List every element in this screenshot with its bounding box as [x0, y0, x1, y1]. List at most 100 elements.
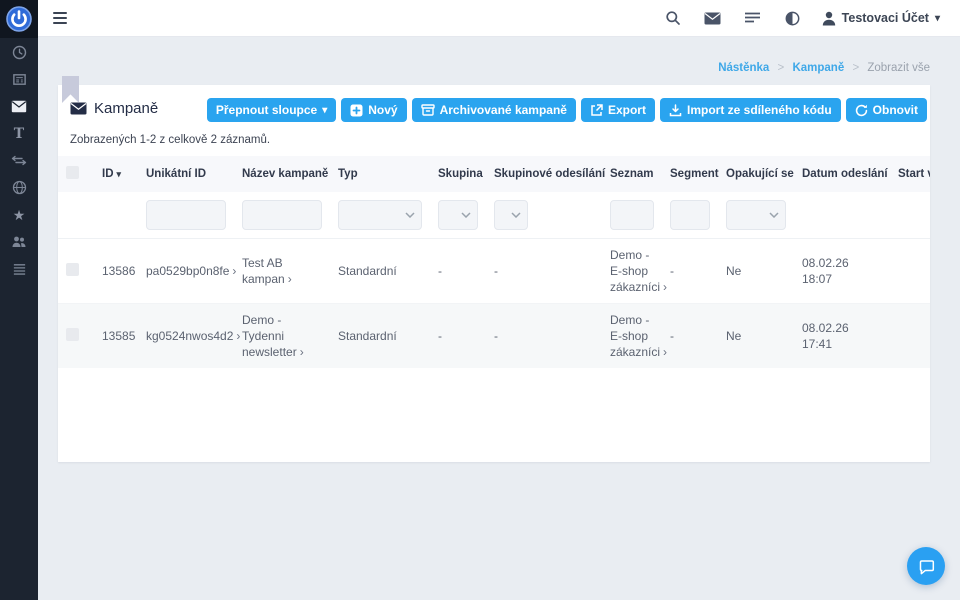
sidebar-item-dashboard[interactable]	[0, 39, 38, 66]
column-header-type[interactable]: Typ	[330, 156, 430, 192]
records-summary: Zobrazených 1-2 z celkově 2 záznamů.	[58, 130, 930, 156]
messages-button[interactable]	[702, 7, 724, 29]
filter-name-input[interactable]	[242, 200, 322, 230]
topbar-actions: Testovaci Účet ▾	[662, 7, 960, 29]
column-header-recurring[interactable]: Opakující se	[718, 156, 794, 192]
sidebar-item-transfers[interactable]	[0, 147, 38, 174]
toggle-columns-button[interactable]: Přepnout sloupce ▾	[207, 98, 336, 122]
envelope-icon	[11, 100, 27, 113]
card-header: Kampaně Přepnout sloupce ▾ Nový Archivov…	[58, 85, 930, 130]
cell-id: 13585	[94, 304, 138, 369]
contrast-button[interactable]	[782, 7, 804, 29]
refresh-button[interactable]: Obnovit	[846, 98, 927, 122]
filter-group-select[interactable]	[438, 200, 478, 230]
chevron-down-icon	[769, 212, 779, 218]
breadcrumb-section[interactable]: Kampaně	[792, 62, 844, 74]
sidebar-item-campaigns[interactable]	[0, 93, 38, 120]
envelope-icon	[70, 102, 87, 115]
filter-segment-input[interactable]	[670, 200, 710, 230]
cell-group: -	[430, 239, 486, 304]
chevron-right-icon: ›	[288, 272, 292, 286]
users-icon	[11, 235, 27, 248]
caret-down-icon: ▾	[322, 105, 327, 116]
column-header-group-sending[interactable]: Skupinové odesílání	[486, 156, 602, 192]
filter-row	[58, 192, 930, 239]
cell-unique-id-link[interactable]: pa0529bp0n8fe›	[146, 264, 236, 278]
text-icon: T	[14, 127, 24, 141]
cell-campaign-name-link[interactable]: Test AB kampan›	[242, 256, 292, 286]
tasks-button[interactable]	[742, 7, 764, 29]
column-header-name[interactable]: Název kampaně	[234, 156, 330, 192]
chevron-down-icon	[511, 212, 521, 218]
campaigns-card: Kampaně Přepnout sloupce ▾ Nový Archivov…	[58, 85, 930, 462]
task-list-icon	[744, 12, 761, 24]
import-shared-code-button[interactable]: Import ze sdíleného kódu	[660, 98, 841, 122]
account-menu[interactable]: Testovaci Účet ▾	[822, 11, 940, 26]
import-icon	[669, 104, 682, 117]
column-header-start[interactable]: Start v	[890, 156, 930, 192]
chevron-down-icon	[405, 212, 415, 218]
filter-group-sending-select[interactable]	[494, 200, 528, 230]
campaigns-table: ID▾ Unikátní ID Název kampaně Typ Skupin…	[58, 156, 930, 368]
breadcrumb-home[interactable]: Nástěnka	[718, 62, 769, 74]
contrast-icon	[785, 11, 800, 26]
select-all-checkbox[interactable]	[66, 166, 79, 179]
filter-unique-id-input[interactable]	[146, 200, 226, 230]
sidebar-item-pages[interactable]	[0, 66, 38, 93]
cell-type: Standardní	[330, 239, 430, 304]
row-checkbox[interactable]	[66, 328, 79, 341]
search-button[interactable]	[662, 7, 684, 29]
filter-recurring-select[interactable]	[726, 200, 786, 230]
mail-icon	[704, 12, 721, 25]
transfer-arrows-icon	[11, 154, 27, 167]
column-header-unique-id[interactable]: Unikátní ID	[138, 156, 234, 192]
chevron-down-icon	[461, 212, 471, 218]
cell-unique-id-link[interactable]: kg0524nwos4d2›	[146, 329, 240, 343]
power-logo-icon	[6, 6, 32, 32]
cell-list-link[interactable]: Demo - E-shop zákazníci›	[610, 248, 667, 294]
chat-button[interactable]	[907, 547, 945, 585]
cell-group: -	[430, 304, 486, 369]
cell-group-sending: -	[486, 239, 602, 304]
topbar: Testovaci Účet ▾	[38, 0, 960, 37]
export-button[interactable]: Export	[581, 98, 655, 122]
chevron-right-icon: ›	[300, 345, 304, 359]
toolbar: Přepnout sloupce ▾ Nový Archivované kamp…	[207, 98, 927, 122]
cell-list-link[interactable]: Demo - E-shop zákazníci›	[610, 313, 667, 359]
sidebar-item-web[interactable]	[0, 174, 38, 201]
sidebar-nav: T ★	[0, 38, 38, 282]
newspaper-icon	[12, 72, 27, 87]
new-campaign-button[interactable]: Nový	[341, 98, 406, 122]
account-name: Testovaci Účet	[842, 11, 929, 25]
plus-icon	[350, 104, 363, 117]
sidebar-item-contacts[interactable]	[0, 228, 38, 255]
caret-down-icon: ▾	[935, 13, 940, 24]
page-title: Kampaně	[70, 98, 158, 117]
row-checkbox[interactable]	[66, 263, 79, 276]
export-icon	[590, 104, 603, 117]
cell-group-sending: -	[486, 304, 602, 369]
app-logo[interactable]	[0, 0, 38, 38]
breadcrumb-current: Zobrazit vše	[867, 62, 930, 74]
cell-campaign-name-link[interactable]: Demo - Tydenni newsletter›	[242, 313, 304, 359]
hamburger-icon	[53, 12, 67, 14]
sidebar-item-lists[interactable]	[0, 255, 38, 282]
column-header-sent-date[interactable]: Datum odeslání	[794, 156, 890, 192]
column-header-list[interactable]: Seznam	[602, 156, 662, 192]
list-icon	[12, 263, 27, 275]
campaigns-table-wrap: ID▾ Unikátní ID Název kampaně Typ Skupin…	[58, 156, 930, 368]
filter-type-select[interactable]	[338, 200, 422, 230]
clock-icon	[12, 45, 27, 60]
archived-campaigns-button[interactable]: Archivované kampaně	[412, 98, 576, 122]
sidebar-item-favorites[interactable]: ★	[0, 201, 38, 228]
cell-recurring: Ne	[718, 239, 794, 304]
filter-list-input[interactable]	[610, 200, 654, 230]
chat-bubble-icon	[917, 557, 936, 576]
column-header-group[interactable]: Skupina	[430, 156, 486, 192]
column-header-id[interactable]: ID▾	[94, 156, 138, 192]
table-header-row: ID▾ Unikátní ID Název kampaně Typ Skupin…	[58, 156, 930, 192]
column-header-segment[interactable]: Segment	[662, 156, 718, 192]
sidebar-item-texts[interactable]: T	[0, 120, 38, 147]
table-row: 13586 pa0529bp0n8fe› Test AB kampan› Sta…	[58, 239, 930, 304]
menu-toggle-button[interactable]	[53, 12, 67, 24]
